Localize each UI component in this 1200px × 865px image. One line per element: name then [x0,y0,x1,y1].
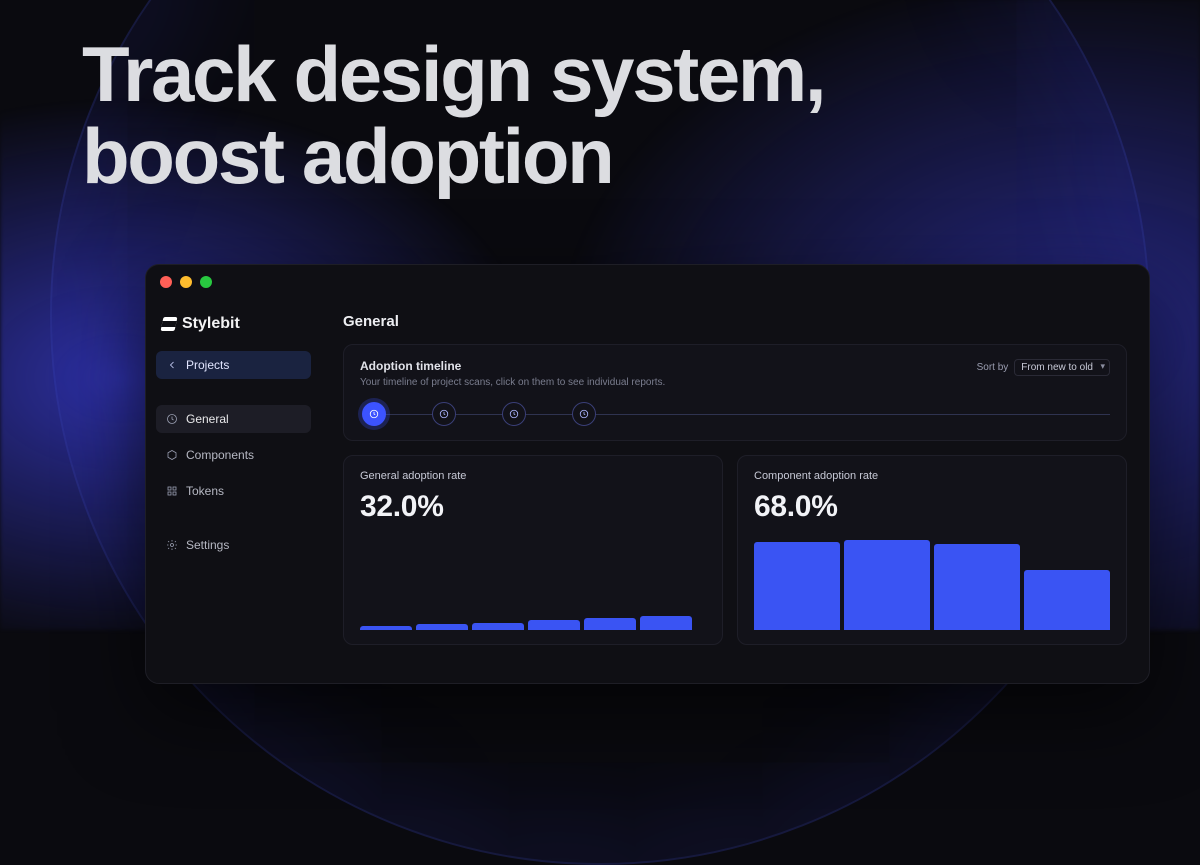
sidebar-item-tokens[interactable]: Tokens [156,477,311,505]
close-icon[interactable] [160,276,172,288]
general-adoption-panel: General adoption rate 32.0% [343,455,723,645]
brand-name: Stylebit [182,315,240,333]
sort-label: Sort by [977,362,1009,373]
sidebar-item-label: Projects [186,358,229,372]
sidebar-item-components[interactable]: Components [156,441,311,469]
chart-bar [584,618,636,630]
chart-bar [472,623,524,630]
window-traffic-lights [146,265,1149,299]
sort-select[interactable]: From new to old [1014,359,1110,376]
metric-title: Component adoption rate [754,470,1110,482]
sort-control: Sort by From new to old [977,359,1110,376]
brand-logo-mark-icon [161,317,178,331]
timeline-subtitle: Your timeline of project scans, click on… [360,377,665,388]
component-adoption-panel: Component adoption rate 68.0% [737,455,1127,645]
grid-icon [166,485,178,497]
sort-value: From new to old [1021,362,1093,373]
maximize-icon[interactable] [200,276,212,288]
sidebar-item-label: Components [186,448,254,462]
general-adoption-chart [360,540,706,630]
chart-bar [640,616,692,630]
adoption-timeline-panel: Adoption timeline Your timeline of proje… [343,344,1127,441]
metric-title: General adoption rate [360,470,706,482]
brand-logo[interactable]: Stylebit [156,311,311,343]
scan-node[interactable] [432,402,456,426]
metric-value: 32.0% [360,490,706,524]
sidebar-item-projects[interactable]: Projects [156,351,311,379]
app-body: Stylebit Projects General Components [146,299,1149,683]
sidebar-item-general[interactable]: General [156,405,311,433]
scan-node[interactable] [502,402,526,426]
sidebar-item-settings[interactable]: Settings [156,531,311,559]
hero-line-2: boost adoption [82,112,612,200]
hexagon-icon [166,449,178,461]
timeline-title: Adoption timeline [360,359,665,373]
chart-bar [844,540,930,630]
scan-node[interactable] [362,402,386,426]
main-content: General Adoption timeline Your timeline … [321,299,1149,683]
chart-bar [934,544,1020,630]
sidebar: Stylebit Projects General Components [146,299,321,683]
chart-bar [360,626,412,630]
arrow-left-icon [166,359,178,371]
chart-bar [528,620,580,630]
scan-node[interactable] [572,402,596,426]
hero-headline: Track design system, boost adoption [82,34,824,198]
component-adoption-chart [754,540,1110,630]
sidebar-item-label: General [186,412,229,426]
app-window: Stylebit Projects General Components [145,264,1150,684]
sidebar-item-label: Settings [186,538,229,552]
chart-bar [754,542,840,630]
page-title: General [343,313,1127,330]
hero-line-1: Track design system, [82,30,824,118]
chart-bar [1024,570,1110,630]
minimize-icon[interactable] [180,276,192,288]
scan-timeline [360,402,1110,426]
gear-icon [166,539,178,551]
chart-bar [416,624,468,630]
sidebar-item-label: Tokens [186,484,224,498]
metrics-row: General adoption rate 32.0% Component ad… [343,455,1127,645]
clock-icon [166,413,178,425]
metric-value: 68.0% [754,490,1110,524]
